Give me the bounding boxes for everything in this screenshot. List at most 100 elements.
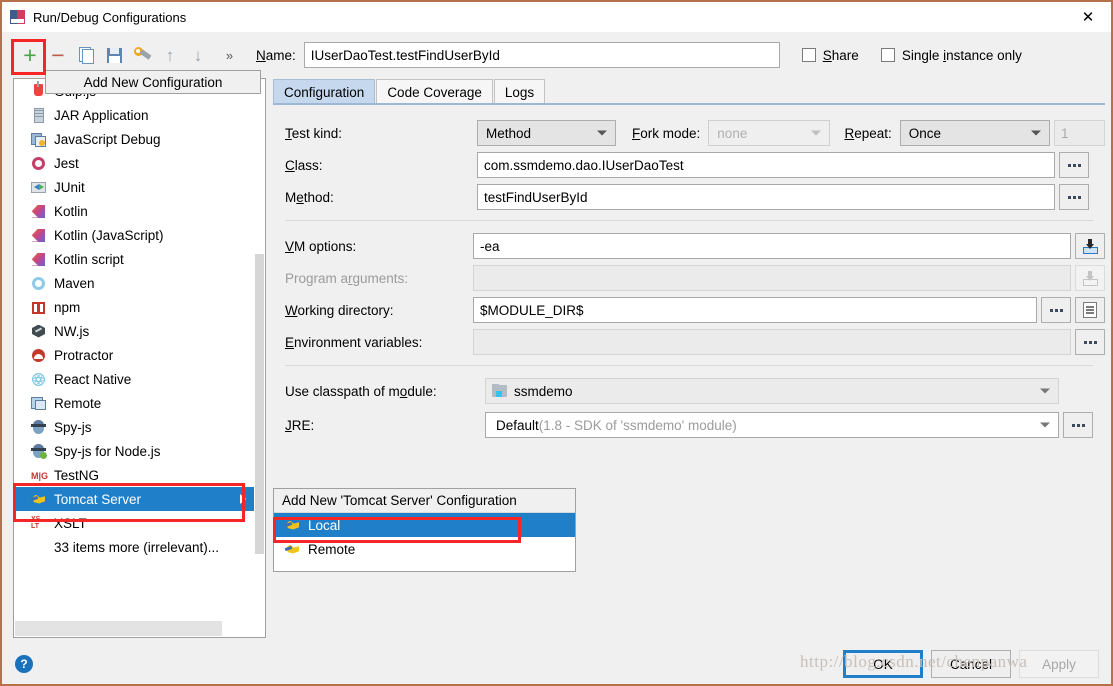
method-browse-button[interactable]: [1059, 184, 1089, 210]
run-debug-configurations-dialog: Run/Debug Configurations ✕ + − ↑ ↓ » Nam…: [0, 0, 1113, 686]
tab-underline: [273, 103, 1105, 105]
configuration-type-list[interactable]: Gulp.jsJAR ApplicationJavaScript DebugJe…: [13, 78, 266, 638]
jre-browse-button[interactable]: [1063, 412, 1093, 438]
ellipsis-icon: [1049, 308, 1063, 312]
list-item-spy-js[interactable]: Spy-js: [14, 415, 255, 439]
repeat-count-input[interactable]: 1: [1054, 120, 1106, 146]
list-item-label: Tomcat Server: [54, 491, 142, 507]
scrollbar-thumb[interactable]: [255, 254, 264, 554]
jar-icon: [30, 107, 48, 124]
list-item-javascript-debug[interactable]: JavaScript Debug: [14, 127, 255, 151]
test-kind-value: Method: [486, 125, 532, 141]
ok-button[interactable]: OK: [843, 650, 923, 678]
more-options-button[interactable]: »: [212, 41, 246, 69]
tab-configuration[interactable]: Configuration: [273, 79, 376, 104]
move-up-button[interactable]: ↑: [156, 41, 184, 69]
move-down-button[interactable]: ↓: [184, 41, 212, 69]
environment-variables-input[interactable]: [473, 329, 1071, 355]
fork-mode-value: none: [717, 125, 748, 141]
repeat-select[interactable]: Once: [899, 120, 1051, 146]
testng-icon: M|G: [31, 470, 49, 481]
single-instance-checkbox[interactable]: Single instance only: [880, 48, 1022, 63]
working-directory-input[interactable]: $MODULE_DIR$: [473, 297, 1037, 323]
list-item-label: XSLT: [54, 515, 87, 531]
save-icon: [106, 47, 122, 63]
class-input[interactable]: com.ssmdemo.dao.IUserDaoTest: [477, 152, 1055, 178]
list-item-react-native[interactable]: React Native: [14, 367, 255, 391]
chevron-down-icon: [1031, 130, 1042, 136]
cancel-button[interactable]: Cancel: [931, 650, 1011, 678]
class-browse-button[interactable]: [1059, 152, 1089, 178]
ellipsis-icon: [1083, 340, 1097, 344]
window-title: Run/Debug Configurations: [33, 9, 187, 25]
tab-logs[interactable]: Logs: [493, 79, 546, 104]
submenu-item-label: Remote: [308, 541, 356, 557]
help-button[interactable]: ?: [15, 655, 33, 673]
list-item-label: JAR Application: [54, 107, 149, 123]
list-item-jar-application[interactable]: JAR Application: [14, 103, 255, 127]
vm-options-input[interactable]: -ea: [473, 233, 1071, 259]
maven-icon: [30, 275, 48, 292]
repeat-value: Once: [908, 125, 942, 141]
copy-configuration-button[interactable]: [72, 41, 100, 69]
form-divider: [285, 220, 1093, 221]
working-directory-browse-button[interactable]: [1041, 297, 1071, 323]
share-checkbox[interactable]: Share: [801, 48, 859, 63]
jre-select[interactable]: Default (1.8 - SDK of 'ssmdemo' module): [485, 412, 1059, 438]
form-divider-2: [285, 365, 1093, 366]
remove-configuration-button[interactable]: −: [44, 41, 72, 69]
working-directory-label: Working directory:: [285, 302, 394, 318]
list-item-junit[interactable]: JUnit: [14, 175, 255, 199]
chevron-double-right-icon: »: [225, 47, 233, 63]
list-item-label: NW.js: [54, 323, 90, 339]
fork-mode-select[interactable]: none: [708, 120, 831, 146]
arrow-down-icon: ↓: [193, 45, 203, 65]
list-item-kotlin-script[interactable]: Kotlin script: [14, 247, 255, 271]
list-item-kotlin[interactable]: Kotlin: [14, 199, 255, 223]
list-vertical-scrollbar[interactable]: [254, 79, 265, 624]
dialog-buttons: OK Cancel Apply: [835, 650, 1099, 678]
list-horizontal-scrollbar[interactable]: [15, 621, 254, 636]
tomcat-icon: [284, 541, 302, 558]
list-item-remote[interactable]: Remote: [14, 391, 255, 415]
list-item-maven[interactable]: Maven: [14, 271, 255, 295]
close-icon[interactable]: ✕: [1065, 2, 1111, 32]
use-classpath-label: Use classpath of module:: [285, 383, 437, 399]
tomcat-icon: [284, 517, 302, 534]
tab-code-coverage[interactable]: Code Coverage: [376, 79, 493, 104]
wrench-icon: [133, 47, 151, 63]
list-item-jest[interactable]: Jest: [14, 151, 255, 175]
vm-options-expand-button[interactable]: [1075, 233, 1105, 259]
test-kind-select[interactable]: Method: [477, 120, 617, 146]
list-item-label: Kotlin script: [54, 251, 124, 267]
configuration-form: Test kind: Method Fork mode: none Repeat…: [273, 110, 1106, 444]
junit-icon: [30, 179, 48, 196]
submenu-item-local[interactable]: Local: [274, 513, 575, 537]
save-configuration-button[interactable]: [100, 41, 128, 69]
list-item-more-items[interactable]: 33 items more (irrelevant)...: [14, 535, 255, 559]
list-item-protractor[interactable]: Protractor: [14, 343, 255, 367]
edit-templates-button[interactable]: [128, 41, 156, 69]
submenu-header: Add New 'Tomcat Server' Configuration: [274, 489, 575, 513]
working-directory-macro-button[interactable]: [1075, 297, 1105, 323]
list-item-testng[interactable]: M|G TestNG: [14, 463, 255, 487]
method-label: Method:: [285, 189, 334, 205]
vm-options-label: VM options:: [285, 238, 357, 254]
method-input[interactable]: testFindUserById: [477, 184, 1055, 210]
list-item-nw-js[interactable]: NW.js: [14, 319, 255, 343]
list-item-tomcat-server[interactable]: Tomcat Server: [14, 487, 255, 511]
add-configuration-button[interactable]: +: [16, 41, 44, 69]
submenu-item-remote[interactable]: Remote: [274, 537, 575, 561]
scrollbar-thumb[interactable]: [15, 621, 222, 636]
list-item-label: React Native: [54, 371, 132, 387]
tab-bar: Configuration Code Coverage Logs: [273, 78, 546, 104]
list-item-spy-js-for-node-js[interactable]: Spy-js for Node.js: [14, 439, 255, 463]
list-item-xslt[interactable]: XS LT XSLT: [14, 511, 255, 535]
module-select[interactable]: ssmdemo: [485, 378, 1059, 404]
chevron-down-icon: [1040, 388, 1050, 394]
copy-icon: [78, 46, 94, 64]
list-item-npm[interactable]: npm: [14, 295, 255, 319]
environment-variables-browse-button[interactable]: [1075, 329, 1105, 355]
name-input[interactable]: IUserDaoTest.testFindUserById: [303, 42, 780, 68]
list-item-kotlin-javascript[interactable]: Kotlin (JavaScript): [14, 223, 255, 247]
